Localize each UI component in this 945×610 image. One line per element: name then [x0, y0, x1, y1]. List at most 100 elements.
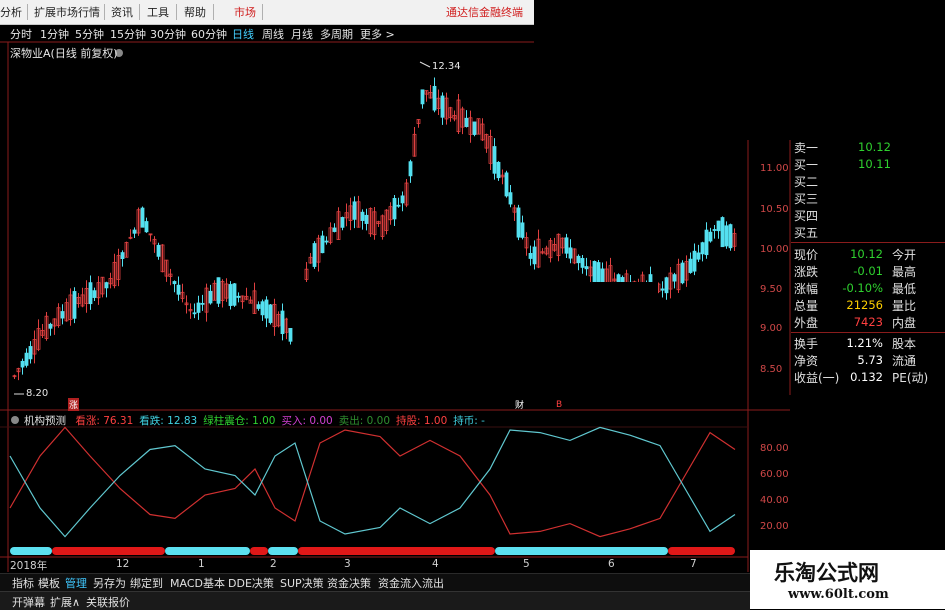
- watermark: 乐淘公式网 www.60lt.com: [750, 550, 945, 609]
- candle-body: [496, 161, 501, 179]
- candle-body: [708, 231, 713, 242]
- candle-body: [508, 192, 513, 205]
- candle-body: [72, 291, 77, 319]
- indicator-field: 持股: 1.00: [396, 415, 448, 427]
- marker-badge: B: [556, 400, 563, 410]
- candle-body: [392, 198, 397, 220]
- candle-body: [236, 295, 241, 298]
- stat-label: 总量: [794, 299, 819, 313]
- order-price: 10.11: [858, 157, 891, 171]
- tab-indicator[interactable]: 指标: [12, 575, 34, 591]
- price-tick: 8.50: [760, 364, 783, 375]
- candle-body: [408, 161, 413, 177]
- candle-body: [532, 246, 537, 265]
- tab-fund-flow[interactable]: 资金流入流出: [378, 575, 444, 591]
- x-tick: 2018年: [10, 560, 48, 572]
- tab-fund[interactable]: 资金决策: [327, 575, 371, 591]
- candle-body: [48, 323, 53, 329]
- candle-body: [716, 220, 721, 232]
- candle-body: [728, 224, 733, 249]
- candle-body: [256, 304, 261, 309]
- stat-value: -0.10%: [842, 281, 883, 295]
- candle-body: [24, 352, 29, 366]
- candle-body: [564, 237, 569, 254]
- finance-label: 流通: [892, 354, 917, 368]
- x-axis: 2018年 12 1 2 3 4 5 6 7: [0, 558, 748, 572]
- tab-template[interactable]: 模板: [38, 575, 60, 591]
- linked-quote-button[interactable]: 关联报价: [86, 594, 130, 610]
- candle-body: [420, 89, 425, 105]
- candle-body: [720, 217, 725, 248]
- candle-body: [664, 277, 669, 294]
- stat-label: 外盘: [794, 316, 819, 330]
- candle-body: [364, 214, 369, 224]
- tab-save-as[interactable]: 另存为: [93, 575, 126, 591]
- order-price: 10.12: [858, 140, 891, 154]
- order-label: 买四: [794, 209, 819, 223]
- finance-label: 股本: [892, 337, 917, 351]
- quote-divider: [791, 332, 945, 333]
- candle-body: [440, 95, 445, 118]
- stock-title: 深物业A(日线 前复权): [10, 47, 118, 60]
- signal-bar: [10, 547, 735, 555]
- candle-body: [584, 266, 589, 270]
- blank-region: [288, 282, 658, 328]
- candle-body: [360, 211, 365, 221]
- tab-dde[interactable]: DDE决策: [228, 575, 274, 591]
- order-label: 买三: [794, 192, 819, 206]
- stat-value: -0.01: [853, 264, 883, 278]
- indicator-fields: 看涨: 76.31 看跌: 12.83 绿柱震仓: 1.00 买入: 0.00 卖出: …: [69, 415, 485, 427]
- candle-body: [172, 281, 177, 285]
- indicator-tick: 80.00: [760, 443, 789, 454]
- price-tick: 9.00: [760, 323, 783, 334]
- stat-label: 量比: [892, 299, 917, 313]
- candle-body: [712, 229, 717, 231]
- candle-body: [312, 243, 317, 267]
- candle-body: [144, 221, 149, 233]
- candle-body: [28, 346, 33, 360]
- candle-body: [120, 252, 125, 259]
- candle-body: [400, 195, 405, 204]
- candle-body: [88, 282, 93, 305]
- candle-body: [140, 207, 145, 228]
- candle-body: [228, 284, 233, 306]
- tab-sup[interactable]: SUP决策: [280, 575, 324, 591]
- candle-body: [704, 229, 709, 256]
- candle-body: [20, 360, 25, 368]
- price-tick: 10.50: [760, 204, 789, 215]
- signal-segment: [495, 547, 668, 555]
- signal-segment: [668, 547, 735, 555]
- tab-bind[interactable]: 绑定到: [130, 575, 163, 591]
- expand-toggle[interactable]: 扩展∧: [50, 594, 80, 610]
- indicator-tick: 40.00: [760, 495, 789, 506]
- tab-manage[interactable]: 管理: [65, 575, 87, 591]
- marker-badge: 涨: [68, 398, 80, 411]
- danmaku-toggle[interactable]: 开弹幕: [12, 594, 45, 610]
- candle-body: [196, 302, 201, 313]
- candle-body: [192, 312, 197, 315]
- indicator-line-bear: [9, 426, 736, 538]
- candle-body: [432, 85, 437, 111]
- x-tick: 5: [523, 558, 530, 570]
- stat-label: 涨幅: [794, 282, 819, 296]
- candle-body: [104, 282, 109, 289]
- indicator-settings-icon[interactable]: [11, 416, 19, 424]
- candle-body: [232, 283, 237, 306]
- signal-segment: [165, 547, 250, 555]
- candle-body: [580, 258, 585, 268]
- candle-body: [92, 290, 97, 298]
- order-label: 买二: [794, 175, 819, 189]
- candle-body: [264, 299, 269, 319]
- candle-body: [320, 235, 325, 254]
- watermark-url: www.60lt.com: [788, 587, 889, 602]
- x-tick: 7: [690, 558, 697, 570]
- indicator-tick: 20.00: [760, 521, 789, 532]
- indicator-header: 机构预测 看涨: 76.31 看跌: 12.83 绿柱震仓: 1.00 买入: 0.0…: [24, 413, 485, 428]
- candle-body: [216, 277, 221, 304]
- candle-body: [268, 304, 273, 323]
- tab-macd[interactable]: MACD基本: [170, 575, 225, 591]
- x-tick: 3: [344, 558, 351, 570]
- candle-body: [332, 227, 337, 232]
- finance-label: 收益(一): [794, 371, 840, 385]
- indicator-field: 看涨: 76.31: [75, 415, 134, 427]
